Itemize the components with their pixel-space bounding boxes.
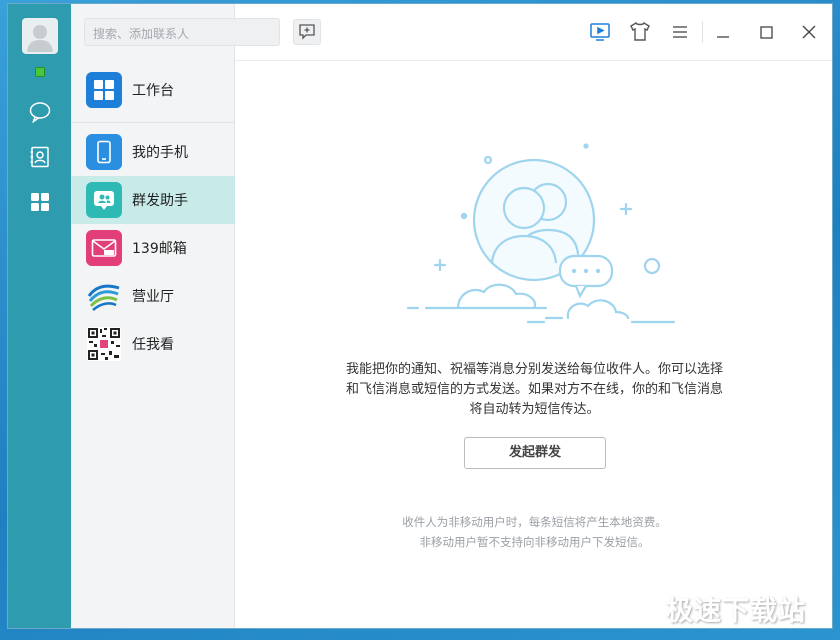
avatar[interactable] <box>22 18 58 54</box>
divider <box>71 122 235 123</box>
description-line: 我能把你的通知、祝福等消息分别发送给每位收件人。你可以选择 <box>345 362 723 377</box>
group-send-illustration <box>406 143 676 324</box>
sidebar-item-139-mail[interactable]: 139邮箱 <box>71 224 235 272</box>
close-icon[interactable] <box>797 20 821 44</box>
watermark: 极速下载站 <box>666 596 806 627</box>
sidebar-item-label: 139邮箱 <box>132 241 187 257</box>
description-line: 和飞信消息或短信的方式发送。如果对方不在线，你的和飞信消息 <box>345 382 723 397</box>
sidebar-item-group-send[interactable]: 群发助手 <box>71 176 235 224</box>
china-mobile-logo-icon <box>86 278 122 314</box>
app-window: 工作台 我的手机 群发助手 139邮箱 营业厅 任我看 搜索、添加联系人 我能把… <box>7 3 833 629</box>
search-input[interactable]: 搜索、添加联系人 <box>84 18 280 46</box>
sidebar-item-label: 工作台 <box>132 83 174 99</box>
maximize-icon[interactable] <box>754 20 778 44</box>
new-chat-icon <box>299 24 315 40</box>
new-chat-button[interactable] <box>293 19 321 45</box>
start-group-send-button[interactable]: 发起群发 <box>464 437 606 469</box>
phone-icon <box>86 134 122 170</box>
fee-notice: 收件人为非移动用户时，每条短信将产生本地资费。 非移动用户暂不支持向非移动用户下… <box>235 512 832 552</box>
screen-share-icon[interactable] <box>588 20 612 44</box>
sidebar-item-watch[interactable]: 任我看 <box>71 320 235 368</box>
sidebar-item-my-phone[interactable]: 我的手机 <box>71 128 235 176</box>
menu-icon[interactable] <box>668 20 692 44</box>
sidebar-item-business-hall[interactable]: 营业厅 <box>71 272 235 320</box>
sidebar-item-workbench[interactable]: 工作台 <box>71 66 235 114</box>
sidebar-item-label: 营业厅 <box>132 289 174 305</box>
description-line: 将自动转为短信传达。 <box>469 402 600 417</box>
notice-line: 非移动用户暂不支持向非移动用户下发短信。 <box>419 535 650 549</box>
left-rail <box>8 4 71 628</box>
minimize-icon[interactable] <box>711 20 735 44</box>
chat-bubble-icon[interactable] <box>28 100 52 124</box>
workbench-icon <box>86 72 122 108</box>
sidebar-item-label: 我的手机 <box>132 145 188 161</box>
group-message-icon <box>86 182 122 218</box>
side-panel: 工作台 我的手机 群发助手 139邮箱 营业厅 任我看 <box>71 4 235 628</box>
notice-line: 收件人为非移动用户时，每条短信将产生本地资费。 <box>402 515 667 529</box>
mail-139-icon <box>86 230 122 266</box>
qr-code-icon <box>86 326 122 362</box>
toolbar-separator <box>702 21 703 43</box>
sidebar-item-label: 任我看 <box>132 337 174 353</box>
skin-tshirt-icon[interactable] <box>628 20 652 44</box>
apps-grid-icon[interactable] <box>28 190 52 214</box>
online-status-icon[interactable] <box>35 67 45 77</box>
group-send-description: 我能把你的通知、祝福等消息分别发送给每位收件人。你可以选择 和飞信消息或短信的方… <box>235 360 832 420</box>
header-divider <box>235 60 832 61</box>
contacts-icon[interactable] <box>28 145 52 169</box>
sidebar-item-label: 群发助手 <box>132 193 188 209</box>
